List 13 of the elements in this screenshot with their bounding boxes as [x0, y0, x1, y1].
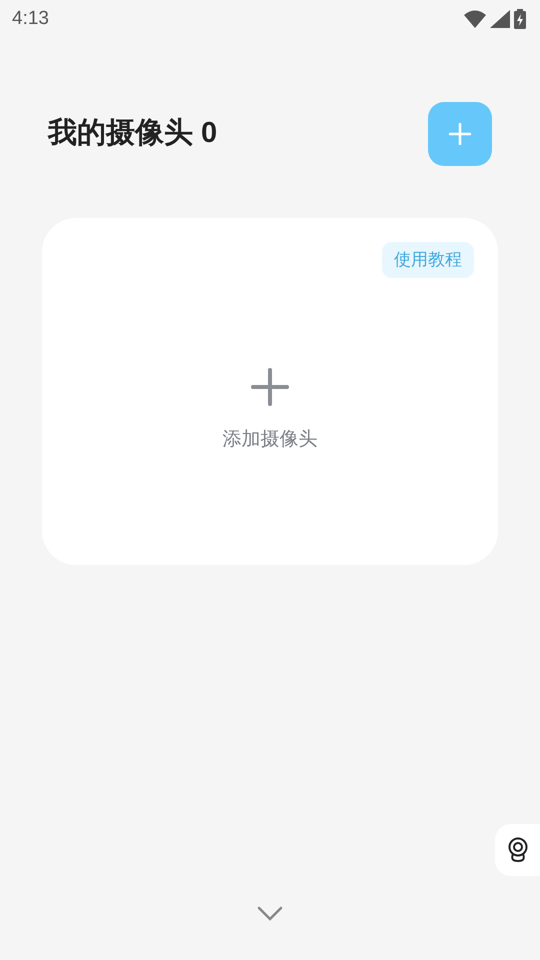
status-time: 4:13	[12, 6, 49, 31]
tutorial-badge[interactable]: 使用教程	[382, 242, 474, 278]
plus-icon	[449, 123, 471, 145]
add-button[interactable]	[428, 102, 492, 166]
page-title: 我的摄像头 0	[48, 116, 218, 152]
floating-camera-button[interactable]	[495, 824, 540, 876]
battery-icon	[514, 9, 526, 29]
wifi-icon	[464, 10, 486, 28]
add-camera-button[interactable]: 添加摄像头	[222, 368, 318, 454]
camera-icon	[506, 837, 528, 863]
signal-icon	[490, 10, 510, 28]
plus-icon	[251, 368, 289, 406]
chevron-down-icon[interactable]	[257, 906, 283, 922]
